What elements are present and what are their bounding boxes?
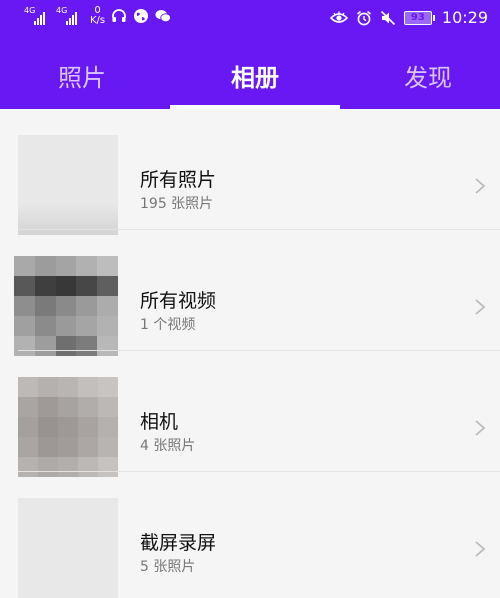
album-title: 所有视频 [140, 290, 217, 312]
album-item-all-photos[interactable]: 所有照片 195 张照片 [0, 109, 500, 235]
signal-icon: 4G [56, 7, 82, 25]
album-thumbnail [18, 135, 118, 235]
chevron-right-icon [475, 420, 486, 436]
chevron-right-icon [475, 299, 486, 315]
album-thumbnail [18, 377, 118, 477]
tab-bar: 照片 相册 发现 [0, 50, 500, 109]
status-right: 93 10:29 [329, 8, 488, 27]
album-title: 相机 [140, 411, 179, 433]
network-speed-unit: K/s [90, 15, 106, 26]
chevron-right-icon [475, 178, 486, 194]
album-list: 所有照片 195 张照片 所有视频 1 个视频 相机 4 张照片 截屏录屏 5 … [0, 109, 500, 598]
network-speed: 0 K/s [90, 6, 105, 26]
tab-discover[interactable]: 发现 [404, 58, 452, 93]
tab-photos[interactable]: 照片 [58, 58, 106, 93]
album-count: 4 张照片 [140, 438, 196, 454]
alarm-icon [356, 10, 371, 25]
headset-icon [112, 9, 127, 22]
album-item-camera[interactable]: 相机 4 张照片 [0, 351, 500, 477]
battery-icon: 93 [403, 10, 435, 25]
battery-level: 93 [410, 11, 425, 23]
chevron-right-icon [475, 541, 486, 557]
app-header: 4G 4G 0 K/s 93 10:29 照片 相册 发现 [0, 0, 500, 109]
tab-albums[interactable]: 相册 [231, 58, 279, 93]
album-item-screenshots[interactable]: 截屏录屏 5 张照片 [0, 472, 500, 598]
album-thumbnail [18, 498, 118, 598]
album-count: 1 个视频 [140, 317, 196, 333]
album-count: 5 张照片 [140, 559, 196, 575]
status-bar: 4G 4G 0 K/s 93 10:29 [0, 0, 500, 38]
album-item-all-videos[interactable]: 所有视频 1 个视频 [0, 230, 500, 356]
album-thumbnail [14, 256, 118, 356]
mute-icon [380, 10, 395, 25]
album-count: 195 张照片 [140, 196, 214, 212]
clock: 10:29 [441, 8, 488, 27]
album-title: 截屏录屏 [140, 532, 217, 554]
wechat-icon [155, 10, 172, 23]
status-left: 4G 4G 0 K/s [24, 6, 172, 26]
signal-icon: 4G [24, 7, 50, 25]
globe-icon [134, 9, 149, 23]
eye-comfort-icon [329, 11, 348, 23]
album-title: 所有照片 [140, 169, 217, 191]
